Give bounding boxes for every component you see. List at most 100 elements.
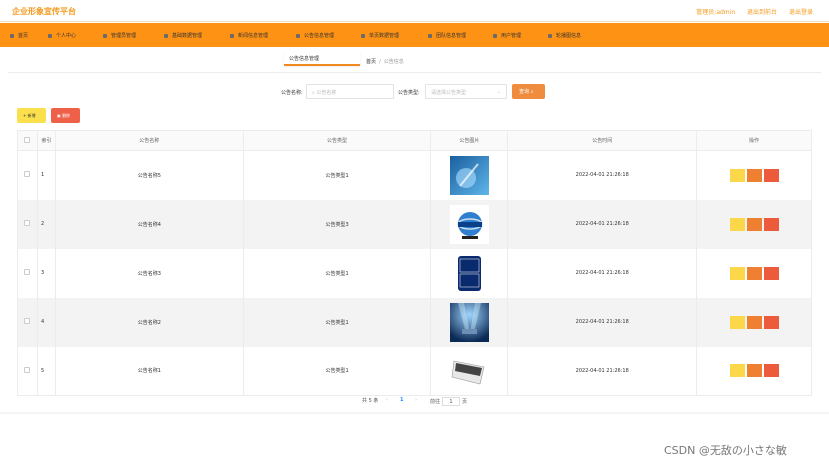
nav-item-news[interactable]: 新闻信息管理: [230, 32, 268, 39]
time-header: 公告时间: [507, 130, 698, 151]
table-row: 2 公告名称4 公告类型3 2022-04-01 21:26:18: [17, 199, 812, 249]
data-icon: [164, 33, 168, 38]
notice-image: [449, 204, 489, 244]
chevron-down-icon: ⌄: [496, 89, 501, 95]
breadcrumb-home[interactable]: 首页: [366, 59, 376, 65]
breadcrumb: 首页 / 公告信息: [366, 58, 404, 65]
edit-button[interactable]: [746, 315, 762, 329]
tab-notice-management[interactable]: 公告信息管理: [284, 52, 360, 66]
top-header: 企业形象宣传平台 管理员:admin 退出到前台 退出登录: [0, 0, 829, 22]
row-checkbox[interactable]: [24, 220, 31, 226]
add-button[interactable]: + 新增: [17, 108, 46, 123]
breadcrumb-separator: /: [379, 59, 381, 65]
notice-image: [449, 351, 489, 391]
logout-link[interactable]: 退出登录: [789, 9, 813, 16]
row-name: 公告名称4: [55, 199, 244, 249]
row-time: 2022-04-01 21:26:18: [507, 150, 698, 200]
row-index: 3: [37, 248, 56, 298]
select-all-checkbox[interactable]: [24, 136, 31, 143]
nav-item-single-page[interactable]: 单页数据管理: [361, 32, 399, 39]
row-index: 4: [37, 297, 56, 347]
row-checkbox[interactable]: [24, 269, 31, 275]
image-header: 公告图片: [430, 130, 509, 151]
row-delete-button[interactable]: [763, 266, 779, 280]
table-header-row: 索引 公告名称 公告类型 公告图片 公告时间 操作: [17, 130, 812, 151]
nav-item-users[interactable]: 用户管理: [493, 32, 521, 39]
bottom-divider: [0, 412, 829, 414]
row-time: 2022-04-01 21:26:18: [507, 297, 698, 347]
type-header: 公告类型: [242, 130, 432, 151]
edit-button[interactable]: [746, 217, 762, 231]
nav-item-profile[interactable]: 个人中心: [48, 32, 76, 39]
actions-header: 操作: [696, 130, 812, 151]
csdn-watermark: CSDN @无敌の小さな敏: [664, 444, 787, 457]
nav-item-admin[interactable]: 管理员管理: [103, 32, 136, 39]
view-button[interactable]: [729, 315, 745, 329]
tab-bar: [0, 48, 829, 72]
notice-icon: [296, 33, 300, 38]
team-icon: [428, 33, 432, 38]
nav-item-team[interactable]: 团队信息管理: [428, 32, 466, 39]
row-checkbox[interactable]: [24, 171, 31, 178]
admin-user-link[interactable]: 管理员:admin: [696, 9, 735, 16]
next-page-button[interactable]: ›: [415, 397, 417, 403]
notice-image: [449, 302, 489, 342]
page-unit-label: 页: [462, 399, 468, 405]
row-checkbox[interactable]: [24, 318, 31, 324]
home-icon: [10, 33, 14, 38]
nav-item-carousel[interactable]: 轮播图信息: [548, 32, 581, 39]
view-button[interactable]: [729, 266, 745, 280]
notice-name-input[interactable]: ⌕ 公告名称: [306, 84, 394, 99]
divider: [8, 72, 821, 73]
notice-type-select[interactable]: 请选择公告类型 ⌄: [425, 84, 507, 99]
row-time: 2022-04-01 21:26:18: [507, 199, 698, 249]
table-row: 3 公告名称3 公告类型1 2022-04-01 21:26:18: [17, 248, 812, 298]
nav-item-home[interactable]: 首页: [10, 32, 28, 39]
table-row: 5 公告名称1 公告类型1 2022-04-01 21:26:18: [17, 346, 812, 396]
row-type: 公告类型1: [243, 297, 432, 347]
prev-page-button[interactable]: ‹: [386, 397, 388, 403]
table-row: 1 公告名称5 公告类型1 2022-04-01 21:26:18: [17, 150, 812, 200]
select-all-header[interactable]: [17, 130, 38, 151]
row-delete-button[interactable]: [763, 168, 779, 182]
row-name: 公告名称2: [55, 297, 244, 347]
notice-table: 索引 公告名称 公告类型 公告图片 公告时间 操作 1 公告名称5 公告类型1 …: [17, 130, 812, 396]
table-row: 4 公告名称2 公告类型1 2022-04-01 21:26:18: [17, 297, 812, 347]
nav-item-base-data[interactable]: 基础数据管理: [164, 32, 202, 39]
row-type: 公告类型1: [243, 150, 432, 200]
page-1-button[interactable]: 1: [400, 397, 403, 403]
top-links: 管理员:admin 退出到前台 退出登录: [686, 7, 813, 16]
row-checkbox[interactable]: [24, 366, 31, 373]
delete-button[interactable]: ▣ 删除: [51, 108, 80, 123]
edit-button[interactable]: [746, 266, 762, 280]
edit-button[interactable]: [746, 364, 762, 378]
row-delete-button[interactable]: [763, 217, 779, 231]
edit-button[interactable]: [746, 168, 762, 182]
notice-name-label: 公告名称:: [281, 90, 303, 96]
row-time: 2022-04-01 21:26:18: [507, 248, 698, 298]
row-name: 公告名称1: [55, 346, 244, 396]
view-button[interactable]: [729, 217, 745, 231]
admin-icon: [103, 33, 107, 38]
page-number-input[interactable]: 1: [442, 397, 461, 406]
search-icon: ⌕: [530, 89, 534, 95]
view-button[interactable]: [729, 168, 745, 182]
breadcrumb-current: 公告信息: [383, 59, 404, 65]
pagination-total: 共 5 条: [362, 398, 379, 404]
row-type: 公告类型1: [243, 248, 432, 298]
name-header: 公告名称: [54, 130, 244, 151]
search-button[interactable]: 查询 ⌕: [512, 84, 545, 99]
goto-page: 前往 1 页: [430, 397, 467, 406]
goto-label: 前往: [430, 399, 441, 405]
row-delete-button[interactable]: [763, 315, 779, 329]
nav-item-notice[interactable]: 公告信息管理: [296, 32, 334, 39]
app-title: 企业形象宣传平台: [12, 7, 76, 16]
row-delete-button[interactable]: [763, 364, 779, 378]
row-type: 公告类型3: [243, 199, 432, 249]
row-time: 2022-04-01 21:26:18: [507, 346, 698, 396]
row-name: 公告名称3: [55, 248, 244, 298]
view-button[interactable]: [729, 364, 745, 378]
users-icon: [493, 33, 497, 38]
row-index: 1: [37, 150, 56, 200]
exit-to-frontend-link[interactable]: 退出到前台: [747, 9, 777, 16]
